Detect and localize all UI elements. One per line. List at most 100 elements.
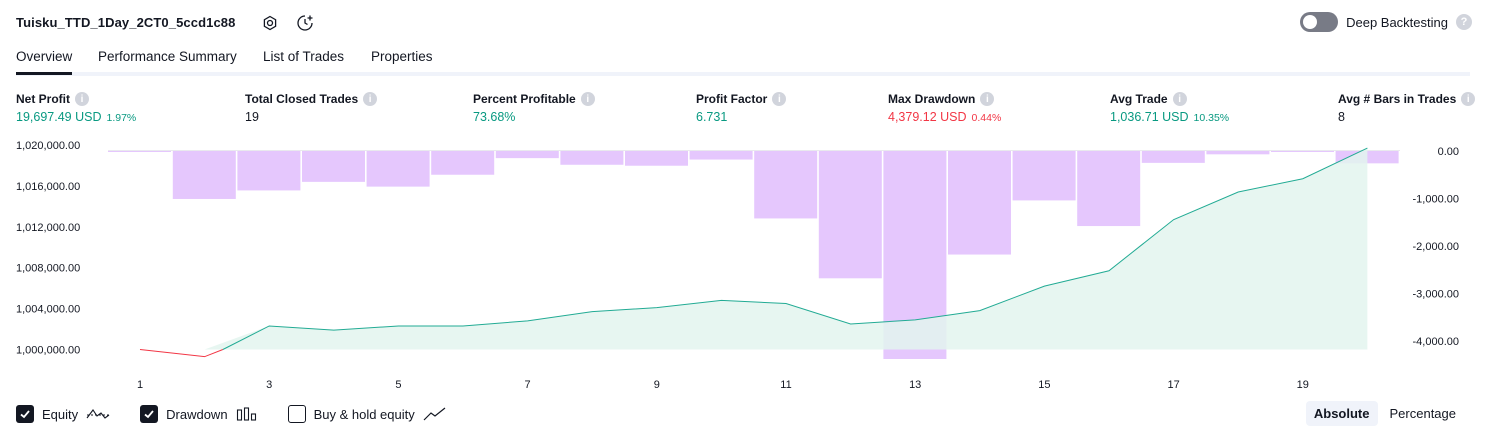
stat-avg-bars-in-trades: Avg # Bars in Trades i 8 — [1338, 92, 1476, 124]
drawdown-bar — [818, 151, 882, 279]
left-axis-tick: 1,000,000.00 — [16, 345, 80, 357]
deep-backtesting-label: Deep Backtesting — [1346, 14, 1448, 30]
info-icon[interactable]: i — [1172, 92, 1187, 106]
stat-value: 6.731 — [696, 110, 728, 124]
checkbox-checked-icon[interactable] — [16, 405, 34, 423]
percentage-button[interactable]: Percentage — [1382, 401, 1465, 426]
legend-equity[interactable]: Equity — [16, 405, 110, 423]
chart-legend: Equity Drawdown Buy & hold equity — [16, 403, 477, 425]
add-alert-icon[interactable] — [295, 13, 315, 33]
equity-line-negative — [139, 349, 224, 358]
drawdown-bar — [366, 151, 430, 187]
stat-label: Avg # Bars in Trades — [1338, 92, 1457, 106]
x-axis-tick: 1 — [137, 379, 143, 391]
drawdown-bar — [560, 151, 624, 165]
legend-buy-hold-equity[interactable]: Buy & hold equity — [287, 405, 447, 423]
drawdown-bar — [625, 151, 688, 166]
right-axis-tick: -1,000.00 — [1413, 194, 1459, 206]
tab-list-of-trades[interactable]: List of Trades — [263, 49, 344, 75]
drawdown-bar — [1077, 151, 1141, 227]
value-mode-switch: Absolute Percentage — [1305, 401, 1465, 426]
stat-label: Net Profit — [16, 92, 70, 106]
tab-overview[interactable]: Overview — [16, 49, 73, 75]
settings-icon[interactable] — [260, 13, 280, 33]
drawdown-bar — [1012, 151, 1076, 201]
stat-label: Profit Factor — [696, 92, 768, 106]
report-tabs: Overview Performance Summary List of Tra… — [16, 44, 1470, 76]
x-axis-tick: 9 — [654, 379, 660, 391]
drawdown-bar — [431, 151, 495, 175]
help-icon[interactable]: ? — [1456, 14, 1472, 30]
left-axis-tick: 1,008,000.00 — [16, 263, 80, 275]
drawdown-bar — [1141, 151, 1205, 163]
x-axis-tick: 11 — [780, 379, 791, 391]
stat-percent: 1.97% — [106, 112, 137, 124]
drawdown-bar — [1206, 151, 1270, 155]
strategy-title: Tuisku_TTD_1Day_2CT0_5ccd1c88 — [16, 15, 236, 30]
buy-hold-line-icon — [423, 407, 446, 421]
tab-performance-summary[interactable]: Performance Summary — [98, 49, 237, 75]
left-axis-tick: 1,016,000.00 — [16, 181, 80, 193]
absolute-button[interactable]: Absolute — [1305, 401, 1378, 426]
drawdown-bar — [237, 151, 301, 191]
stat-avg-trade: Avg Trade i 1,036.71 USD 10.35% — [1110, 92, 1229, 124]
stat-value: 4,379.12 USD — [888, 110, 967, 124]
strategy-header: Tuisku_TTD_1Day_2CT0_5ccd1c88 Deep Backt… — [0, 0, 1486, 46]
drawdown-bar — [172, 151, 236, 199]
drawdown-bar — [754, 151, 818, 219]
x-axis-tick: 19 — [1297, 379, 1309, 391]
info-icon[interactable]: i — [772, 92, 787, 106]
stat-value: 19 — [245, 110, 259, 124]
x-axis-tick: 7 — [525, 379, 531, 391]
stat-label: Percent Profitable — [473, 92, 576, 106]
info-icon[interactable]: i — [363, 92, 378, 106]
right-axis-tick: -4,000.00 — [1413, 336, 1459, 348]
legend-label: Buy & hold equity — [313, 406, 415, 422]
left-axis-tick: 1,020,000.00 — [16, 140, 80, 152]
info-icon[interactable]: i — [580, 92, 595, 106]
x-axis-tick: 5 — [395, 379, 401, 391]
x-axis-tick: 3 — [266, 379, 272, 391]
checkbox-unchecked-icon[interactable] — [287, 405, 306, 423]
drawdown-bar — [495, 151, 559, 159]
deep-backtesting-toggle[interactable] — [1300, 12, 1339, 32]
stat-percent-profitable: Percent Profitable i 73.68% — [473, 92, 595, 124]
summary-stats: Net Profit i 19,697.49 USD 1.97% Total Clo… — [0, 92, 1486, 132]
stat-percent: 0.44% — [971, 112, 1002, 124]
equity-drawdown-chart[interactable]: 1,020,000.00 1,016,000.00 1,012,000.00 1,00… — [0, 135, 1486, 395]
info-icon[interactable]: i — [75, 92, 89, 106]
stat-value: 8 — [1338, 110, 1345, 124]
stat-value: 19,697.49 USD — [16, 110, 102, 124]
deep-backtesting: Deep Backtesting ? — [1300, 12, 1472, 32]
legend-drawdown[interactable]: Drawdown — [140, 405, 257, 423]
stat-label: Total Closed Trades — [245, 92, 359, 106]
stat-net-profit: Net Profit i 19,697.49 USD 1.97% — [16, 92, 136, 124]
drawdown-bar — [948, 151, 1011, 255]
tab-properties[interactable]: Properties — [371, 49, 433, 75]
stat-percent: 10.35% — [1193, 112, 1230, 124]
drawdown-bars-icon — [236, 407, 256, 421]
right-axis-tick: 0.00 — [1438, 146, 1459, 158]
left-axis-tick: 1,004,000.00 — [16, 304, 80, 316]
checkbox-checked-icon[interactable] — [140, 405, 159, 423]
x-axis-tick: 13 — [909, 379, 921, 391]
drawdown-bar — [689, 151, 753, 160]
stat-total-closed-trades: Total Closed Trades i 19 — [245, 92, 378, 124]
stat-value: 73.68% — [473, 110, 516, 124]
equity-line-icon — [86, 409, 110, 419]
stat-max-drawdown: Max Drawdown i 4,379.12 USD 0.44% — [888, 92, 1001, 124]
stat-label: Avg Trade — [1110, 92, 1168, 106]
left-axis-tick: 1,012,000.00 — [16, 222, 80, 234]
x-axis-tick: 15 — [1038, 379, 1050, 391]
drawdown-bar — [108, 151, 171, 152]
stat-label: Max Drawdown — [888, 92, 976, 106]
stat-profit-factor: Profit Factor i 6.731 — [696, 92, 787, 124]
legend-label: Drawdown — [166, 406, 228, 422]
legend-label: Equity — [42, 406, 79, 422]
drawdown-bar — [1271, 151, 1334, 152]
right-axis-tick: -3,000.00 — [1413, 289, 1459, 301]
info-icon[interactable]: i — [980, 92, 995, 106]
info-icon[interactable]: i — [1461, 92, 1476, 106]
right-axis-tick: -2,000.00 — [1413, 241, 1459, 253]
stat-value: 1,036.71 USD — [1110, 110, 1189, 124]
